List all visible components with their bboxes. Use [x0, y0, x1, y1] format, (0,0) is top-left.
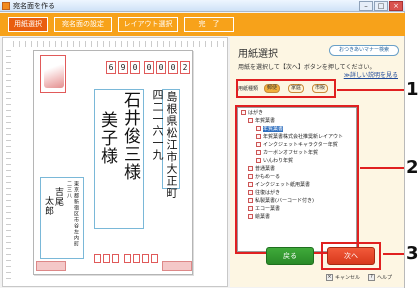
- preview-panel: 6 9 0 0 0 0 2 島根県松江市大正町 四二一六一九 石井俊三様 美子様…: [2, 37, 228, 287]
- zip-digit: 0: [130, 61, 140, 74]
- callout-line-2: [360, 167, 404, 169]
- step-address-settings[interactable]: 宛名面の設定: [54, 17, 112, 32]
- close-button[interactable]: ×: [389, 1, 403, 11]
- sender-zip-box: [151, 254, 158, 263]
- cancel-button[interactable]: × キャンセル: [326, 274, 360, 282]
- step-layout-select[interactable]: レイアウト選択: [118, 17, 178, 32]
- back-button[interactable]: 戻る: [266, 247, 314, 265]
- wizard-step-bar: 用紙選択 宛名面の設定 レイアウト選択 完 了: [0, 13, 405, 36]
- recipient-address: 島根県松江市大正町: [165, 91, 178, 199]
- zip-digit: 9: [118, 61, 128, 74]
- recipient-address-number: 四二一六一九: [151, 89, 164, 161]
- highlight-box-1: [236, 79, 336, 98]
- app-icon: [2, 2, 10, 10]
- lottery-stamp-right: [162, 261, 192, 271]
- manner-search-button[interactable]: おつきあいマナー検索: [329, 45, 399, 56]
- highlight-box-3: [321, 242, 381, 270]
- ruler-vertical: [6, 50, 11, 280]
- zip-digit: 0: [144, 61, 154, 74]
- sender-address-number: 二三八: [66, 181, 72, 199]
- sender-name: 吉尾: [53, 187, 63, 207]
- sender-zip-box: [124, 254, 131, 263]
- app-window: 宛名面を作る – □ × 用紙選択 宛名面の設定 レイアウト選択 完 了 6 9…: [0, 0, 405, 288]
- ruler-horizontal: [13, 41, 225, 47]
- sender-zip-box: [103, 254, 110, 263]
- postcard-preview: 6 9 0 0 0 0 2 島根県松江市大正町 四二一六一九 石井俊三様 美子様…: [33, 50, 193, 275]
- bird-stamp-icon: [44, 64, 64, 88]
- zip-digit: 0: [156, 61, 166, 74]
- callout-number-1: 1: [406, 79, 419, 100]
- detail-link[interactable]: ≫詳しい説明を見る: [344, 70, 398, 79]
- sender-name-given: 太郎: [43, 196, 53, 216]
- close-icon: ×: [326, 274, 333, 281]
- step-complete[interactable]: 完 了: [184, 17, 234, 32]
- settings-panel: 用紙選択 おつきあいマナー検索 用紙を選択して【次へ】ボタンを押してください。 …: [230, 37, 404, 287]
- maximize-button[interactable]: □: [374, 1, 388, 11]
- help-button[interactable]: ? ヘルプ: [368, 274, 392, 282]
- recipient-name-2: 美子様: [97, 111, 117, 165]
- callout-line-1: [337, 89, 404, 91]
- stamp-image: [40, 55, 66, 93]
- callout-number-3: 3: [406, 243, 419, 264]
- highlight-box-2: [235, 105, 359, 254]
- recipient-name-1: 石井俊三様: [120, 91, 140, 181]
- zip-digit: 6: [106, 61, 116, 74]
- title-bar: 宛名面を作る – □ ×: [0, 0, 405, 12]
- panel-title: 用紙選択: [238, 49, 278, 60]
- sender-zip-box: [133, 254, 140, 263]
- zip-digit: 0: [168, 61, 178, 74]
- sender-zip-box: [112, 254, 119, 263]
- question-icon: ?: [368, 274, 375, 281]
- sender-address: 東京都新宿区市谷左内町: [73, 181, 79, 247]
- callout-number-2: 2: [406, 157, 419, 178]
- step-paper-select[interactable]: 用紙選択: [8, 17, 48, 32]
- zip-digit: 2: [180, 61, 190, 74]
- minimize-button[interactable]: –: [359, 1, 373, 11]
- sender-zip-box: [94, 254, 101, 263]
- sender-zip-box: [142, 254, 149, 263]
- callout-line-3: [383, 253, 404, 255]
- lottery-stamp-left: [36, 261, 66, 271]
- window-title: 宛名面を作る: [13, 2, 55, 10]
